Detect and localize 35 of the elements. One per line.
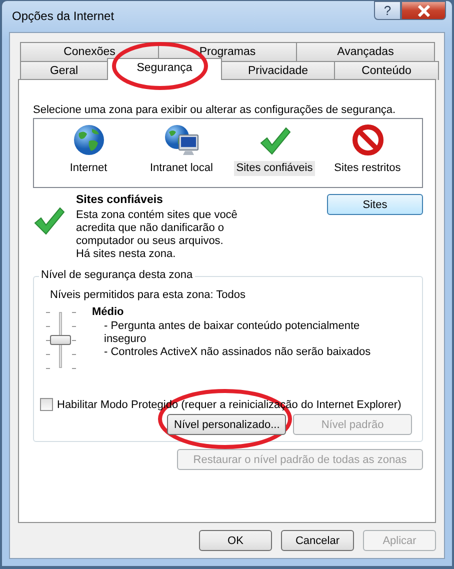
level-description: - Controles ActiveX não assinados não serão baixados [103, 346, 372, 359]
tab[interactable]: Privacidade [221, 61, 335, 80]
zone-item[interactable]: Intranet local [148, 161, 215, 176]
ok-button[interactable]: OK [199, 530, 272, 551]
level-description: - Pergunta antes de baixar conteúdo potencialmente inseguro [103, 320, 361, 346]
sites-button[interactable]: Sites [327, 194, 423, 215]
close-button[interactable] [401, 1, 446, 20]
zone-description: Há sites nesta zona. [76, 248, 177, 261]
custom-level-button[interactable]: Nível personalizado... [167, 414, 286, 435]
zone-item[interactable]: Sites confiáveis [234, 161, 315, 176]
cancel-button[interactable]: Cancelar [281, 530, 354, 551]
tab[interactable]: Geral [20, 61, 108, 80]
zone-description: computador ou seus arquivos. [76, 235, 224, 248]
zone-title: Sites confiáveis [76, 194, 164, 206]
help-button[interactable]: ? [374, 1, 401, 20]
zone-description: acredita que não danificarão o [76, 222, 225, 235]
prohibited-icon [352, 124, 384, 156]
zone-item[interactable]: Sites restritos [332, 161, 403, 176]
window-title: Opções da Internet [12, 9, 114, 23]
zone-description: Esta zona contém sites que você [76, 209, 238, 222]
group-label: Nível de segurança desta zona [39, 269, 195, 281]
level-name: Médio [92, 306, 125, 318]
instruction-text: Selecione uma zona para exibir ou alterar as configurações de segurança. [33, 104, 397, 116]
tab[interactable]: Segurança [107, 58, 222, 80]
check-icon [258, 126, 290, 156]
allowed-levels-text: Níveis permitidos para esta zona: Todos [50, 289, 246, 301]
tab[interactable]: Conteúdo [334, 61, 439, 80]
close-icon [416, 4, 430, 16]
zone-item[interactable]: Internet [68, 161, 110, 176]
checkbox[interactable] [40, 398, 53, 411]
tab[interactable]: Avançadas [296, 42, 435, 61]
check-icon [33, 206, 65, 236]
slider-thumb[interactable] [50, 335, 71, 345]
globe-computer-icon [164, 124, 200, 156]
globe-icon [72, 124, 104, 156]
